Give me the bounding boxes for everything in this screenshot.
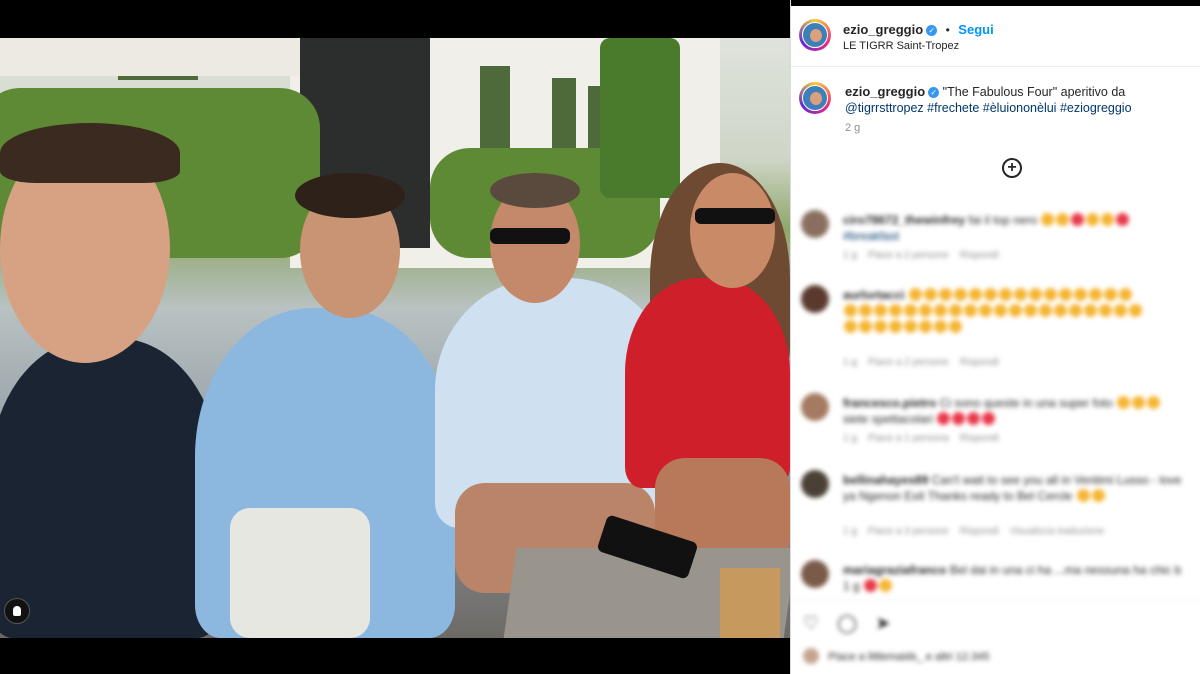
person-1-shirt (0, 338, 220, 638)
comment-time: 1 g (843, 433, 857, 444)
caption-avatar[interactable] (799, 82, 831, 114)
caption-username[interactable]: ezio_greggio (845, 84, 925, 99)
comment-time: 1 g (843, 250, 857, 261)
commenter-avatar[interactable] (801, 393, 829, 421)
commenter-username[interactable]: bellinahayes89 (843, 473, 928, 487)
heart-icon[interactable]: ♡ (801, 613, 821, 633)
post-photo-pane (0, 0, 790, 674)
post-header: ezio_greggio ✓ • Segui LE TIGRR Saint-Tro… (791, 6, 1200, 67)
author-avatar[interactable] (799, 19, 831, 51)
share-icon[interactable]: ➤ (873, 613, 893, 633)
comment-body-line2: siete spettacolari (843, 412, 934, 426)
comment-time: 1 g (843, 526, 857, 537)
comment-body: fai il top nero (968, 213, 1038, 227)
header-line: ezio_greggio ✓ • Segui (843, 21, 994, 39)
translate-button[interactable]: Visualizza traduzione (1010, 526, 1104, 537)
post-side-panel: ezio_greggio ✓ • Segui LE TIGRR Saint-Tro… (790, 0, 1200, 674)
person-4-sunglasses (695, 208, 775, 224)
likes-text: Piace a littlemaids_ e altri 12.345 (828, 651, 990, 663)
post-location[interactable]: LE TIGRR Saint-Tropez (843, 40, 959, 52)
person-4-dress (625, 278, 790, 488)
comment-text: mariagraziafranco Bel dai in una ci ha .… (843, 562, 1193, 594)
follow-button[interactable]: Segui (958, 22, 993, 37)
commenter-username[interactable]: ciro78672_thewinfrey (843, 213, 965, 227)
author-username[interactable]: ezio_greggio (843, 22, 923, 37)
tagged-users-icon[interactable] (4, 598, 30, 624)
person-2-shorts (230, 508, 370, 638)
commenter-avatar[interactable] (801, 560, 829, 588)
photo-breadsticks (720, 568, 780, 638)
person-4-head (690, 173, 775, 288)
person-1-hair (0, 123, 180, 183)
caption-time: 2 g (845, 122, 861, 134)
commenter-username[interactable]: aurlortacci (843, 288, 904, 302)
comment-text: ciro78672_thewinfrey fai il top nero #br… (843, 212, 1193, 244)
comment-likes[interactable]: Piace a 3 persone (868, 526, 949, 537)
comment-body: Ci sono queste in una super foto (939, 396, 1113, 410)
comment-icon[interactable]: ◯ (837, 613, 857, 633)
plus-circle-icon[interactable]: + (1002, 158, 1022, 178)
likes-summary[interactable]: Piace a littlemaids_ e altri 12.345 (803, 648, 990, 664)
caption-tag[interactable]: @tigrrsttropez (845, 101, 924, 115)
person-2-hair (295, 173, 405, 218)
liker-avatar (803, 648, 819, 664)
comment-time: 1 g (843, 357, 857, 368)
post-caption: ezio_greggio ✓ "The Fabulous Four" aperit… (845, 84, 1185, 116)
post-photo[interactable] (0, 38, 790, 638)
comment-meta: 1 g Piace a 2 persone Rispondi (843, 250, 999, 261)
post-actions-bar: ♡ ◯ ➤ (791, 600, 1200, 641)
caption-tag[interactable]: #frechete (927, 101, 979, 115)
comment-time: 1 g (843, 579, 860, 593)
caption-tag[interactable]: #èluiononèlui (983, 101, 1057, 115)
commenter-username[interactable]: mariagraziafranco (843, 563, 946, 577)
reply-button[interactable]: Rispondi (960, 526, 999, 537)
comment-likes[interactable]: Piace a 2 persone (868, 357, 949, 368)
reply-button[interactable]: Rispondi (960, 250, 999, 261)
header-separator: • (945, 23, 950, 37)
photo-wall (0, 38, 300, 76)
comment-likes[interactable]: Piace a 1 persona (868, 433, 949, 444)
comment-tag[interactable]: #breakfast (843, 229, 899, 243)
caption-tag[interactable]: #eziogreggio (1060, 101, 1132, 115)
comment-meta: 1 g Piace a 2 persone Rispondi (843, 357, 999, 368)
photo-vine (600, 38, 680, 198)
caption-text: "The Fabulous Four" aperitivo da (942, 85, 1126, 99)
reply-button[interactable]: Rispondi (960, 357, 999, 368)
comment-likes[interactable]: Piace a 2 persone (868, 250, 949, 261)
comment-text: francesco.pietro Ci sono queste in una s… (843, 395, 1193, 427)
verified-badge-icon: ✓ (928, 87, 940, 98)
commenter-avatar[interactable] (801, 285, 829, 313)
comment-body: Bel dai in una ci ha ...ma nessuna ha ch… (949, 563, 1182, 577)
comment-text: aurlortacci (843, 287, 1193, 335)
comment-text: bellinahayes89 Can't wait to see you all… (843, 472, 1193, 504)
commenter-avatar[interactable] (801, 470, 829, 498)
reply-button[interactable]: Rispondi (960, 433, 999, 444)
commenter-avatar[interactable] (801, 210, 829, 238)
verified-badge-icon: ✓ (926, 25, 938, 36)
person-3-hair (490, 173, 580, 208)
person-3-sunglasses (490, 228, 570, 244)
comment-meta: 1 g Piace a 1 persona Rispondi (843, 433, 999, 444)
comment-meta: 1 g Piace a 3 persone Rispondi Visualizz… (843, 526, 1104, 537)
commenter-username[interactable]: francesco.pietro (843, 396, 936, 410)
